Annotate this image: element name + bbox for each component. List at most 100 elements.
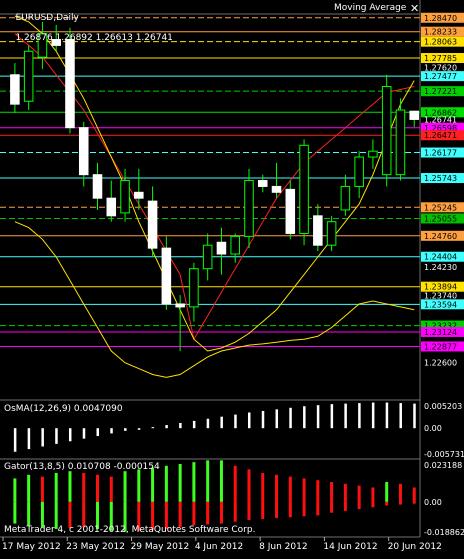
osma-bar (55, 428, 58, 444)
gator-upper-bar (412, 487, 416, 502)
gator-upper-bar (219, 460, 223, 502)
gator-lower-bar (247, 501, 251, 520)
time-axis-label: 14 Jun 2012 (323, 542, 377, 552)
gator-lower-bar (330, 501, 334, 513)
moving-average-line (14, 33, 415, 341)
candle-body (134, 191, 144, 199)
gator-upper-bar (343, 483, 347, 502)
gator-lower-bar (343, 501, 347, 511)
candle-body (313, 215, 323, 246)
gator-upper-bar (82, 472, 86, 502)
gator-upper-bar (109, 476, 113, 502)
chart-window: 1.28470 1.28233 1.28063 1.27785 1.27620 1.274… (0, 0, 464, 556)
gator-title: Gator(13,8,5) 0.010708 -0.000154 (4, 462, 160, 472)
candle-body (354, 156, 364, 187)
symbol-timeframe: EURUSD,Daily (15, 13, 79, 23)
price-tick-label: 1.23894 (424, 283, 457, 292)
osma-bar (82, 428, 86, 439)
candle-body (189, 268, 199, 308)
candle-body (106, 197, 117, 217)
gator-upper-bar (54, 472, 58, 502)
candle-body (285, 188, 296, 234)
osma-bar (303, 406, 306, 429)
gator-lower-bar (27, 501, 31, 526)
osma-bar (206, 418, 210, 429)
gator-upper-bar (288, 476, 292, 502)
price-tick-label: 1.25245 (424, 203, 457, 212)
osma-bar (110, 428, 113, 434)
osma-bar (385, 402, 389, 429)
osma-bar (137, 428, 141, 430)
candle-body (147, 200, 158, 249)
candle-body (78, 127, 89, 176)
gator-lower-bar (192, 501, 196, 526)
gator-lower-bar (40, 501, 44, 528)
osma-tick-label: -0.005731 (424, 450, 464, 459)
osma-bar (261, 410, 265, 429)
gator-upper-bar (261, 472, 265, 502)
chart-canvas[interactable]: 1.284701.282331.280631.277851.276201.274… (0, 0, 464, 556)
gator-upper-bar (275, 474, 279, 502)
candle-body (216, 241, 227, 255)
candle-body (271, 185, 282, 193)
candle-body (10, 74, 20, 105)
candle-body (92, 174, 103, 199)
time-axis-label: 4 Jun 2012 (195, 542, 243, 552)
osma-bar (247, 412, 251, 429)
candle-body (175, 303, 185, 308)
gator-upper-bar (371, 487, 375, 502)
gator-lower-bar (219, 501, 223, 524)
gator-lower-bar (178, 501, 182, 528)
price-tick-label: 1.25743 (424, 174, 457, 183)
candle-body (368, 150, 378, 158)
gator-lower-bar (385, 501, 389, 506)
price-tick-label: 1.27221 (424, 87, 457, 96)
osma-bar (220, 416, 223, 429)
gator-upper-bar (13, 478, 17, 502)
gator-upper-bar (330, 482, 334, 502)
candle-body (409, 110, 419, 120)
gator-upper-bar (137, 469, 141, 502)
gator-upper-bar (40, 476, 44, 502)
gator-tick-label: 0.00 (424, 498, 442, 507)
price-tick-label: 1.26471 (424, 131, 457, 140)
gator-lower-bar (412, 501, 416, 504)
gator-upper-bar (233, 465, 237, 502)
time-axis-label: 8 Jun 2012 (259, 542, 307, 552)
gator-upper-bar (151, 467, 155, 502)
osma-bar (316, 405, 320, 429)
gator-upper-bar (398, 483, 402, 502)
price-tick-label: 1.22600 (424, 359, 457, 368)
candle-body (23, 50, 34, 102)
osma-bar (399, 403, 402, 429)
gator-lower-bar (316, 501, 320, 516)
gator-upper-bar (316, 480, 320, 502)
price-tick-label: 1.24230 (424, 263, 457, 272)
price-tick-label: 1.24404 (424, 253, 457, 262)
gator-upper-bar (96, 474, 100, 502)
gator-upper-bar (192, 462, 196, 502)
osma-bar (41, 428, 44, 447)
price-tick-label: 1.27477 (424, 72, 457, 81)
gator-upper-bar (302, 478, 306, 502)
candle-body (257, 180, 268, 187)
close-icon[interactable]: ✕ (410, 2, 419, 15)
price-tick-label: 1.28063 (424, 38, 457, 47)
gator-upper-bar (206, 460, 210, 502)
time-axis-label: 23 May 2012 (66, 542, 125, 552)
gator-upper-bar (27, 474, 31, 502)
price-tick-label: 1.24760 (424, 232, 457, 241)
indicator-label[interactable]: Moving Average (334, 3, 406, 13)
osma-bar (151, 427, 155, 429)
gator-upper-bar (385, 482, 389, 502)
price-tick-label: 1.28470 (424, 14, 457, 23)
candle-body (244, 180, 254, 237)
gator-lower-bar (288, 501, 292, 518)
osma-bar (371, 402, 375, 429)
gator-tick-label: -0.018862 (424, 528, 464, 537)
chart-header: EURUSD,Daily 1.26876 1.26892 1.26613 1.2… (4, 3, 172, 53)
osma-bar (413, 403, 416, 429)
price-tick-label: 1.25055 (424, 214, 457, 223)
osma-tick-label: 0.00 (424, 424, 442, 433)
osma-tick-label: 0.005203 (424, 402, 462, 411)
